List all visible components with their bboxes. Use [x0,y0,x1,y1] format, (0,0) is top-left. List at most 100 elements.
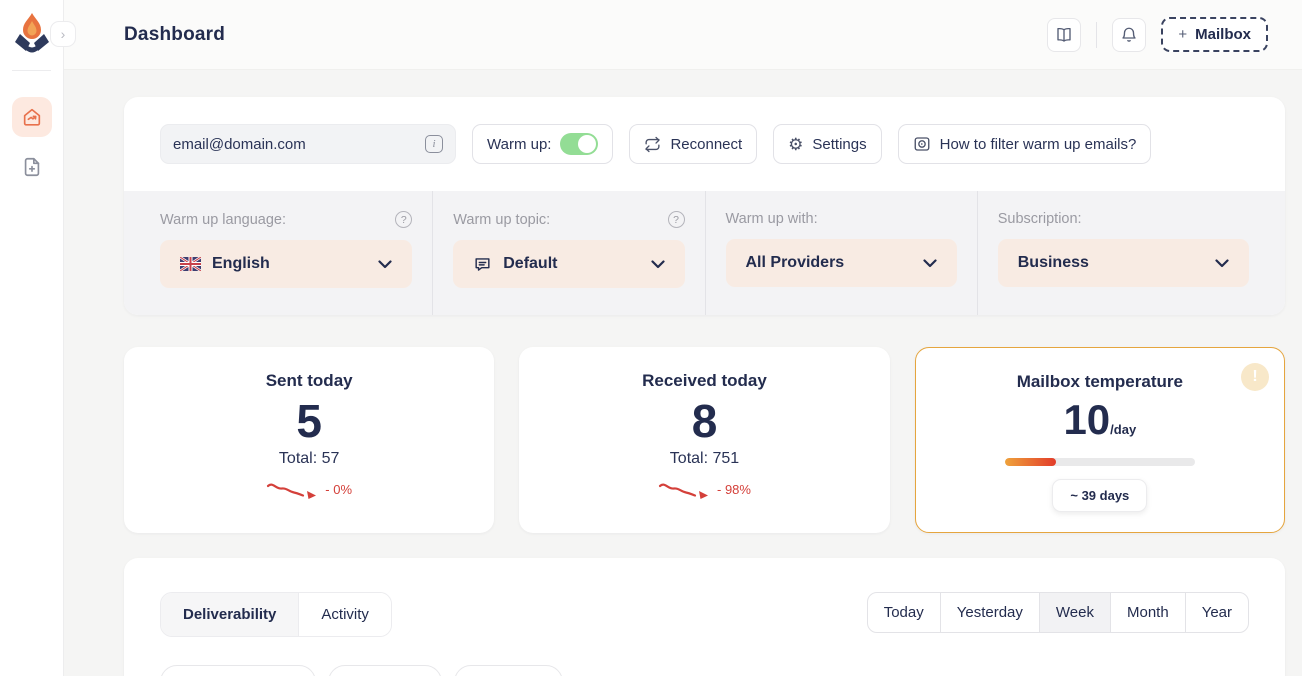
inbox-badge[interactable]: Inbox 45 [328,665,442,676]
subscription-label: Subscription: [998,211,1082,227]
sidebar-divider [12,70,51,71]
range-year[interactable]: Year [1186,593,1248,632]
received-today-total: Total: 751 [543,450,865,468]
help-icon[interactable]: ? [395,211,412,228]
header-separator [1096,22,1097,48]
setting-subscription: Subscription: Business [977,191,1249,315]
header: Dashboard + [64,0,1302,70]
subscription-value: Business [1018,254,1089,272]
video-icon [913,135,931,153]
reconnect-icon [644,136,661,153]
temperature-value: 10 [1063,396,1110,444]
sent-today-title: Sent today [148,371,470,391]
sidebar: › [0,0,64,676]
chevron-down-icon [923,259,937,268]
tab-deliverability[interactable]: Deliverability [161,593,299,636]
sidebar-item-add-mailbox[interactable] [12,147,52,187]
sidebar-item-dashboard[interactable] [12,97,52,137]
sidebar-collapse-button[interactable]: › [50,21,76,47]
plus-icon: + [1178,26,1187,43]
sent-today-trend-label: - 0% [325,482,352,497]
providers-dropdown[interactable]: All Providers [726,239,957,287]
setting-topic: Warm up topic: ? Default [432,191,704,315]
chevron-down-icon [1215,259,1229,268]
chevron-down-icon [378,260,392,269]
setting-language: Warm up language: ? [160,191,432,315]
range-today[interactable]: Today [868,593,941,632]
sent-today-value: 5 [148,395,470,448]
app-logo-flame-icon[interactable] [13,11,51,53]
docs-button[interactable] [1047,18,1081,52]
settings-button[interactable]: ⚙ Settings [773,124,881,164]
subscription-dropdown[interactable]: Business [998,239,1249,287]
how-to-filter-label: How to filter warm up emails? [940,136,1137,153]
sidebar-nav [0,97,63,187]
chevron-right-icon: › [61,27,66,41]
temperature-unit: /day [1110,422,1136,437]
email-field[interactable]: email@domain.com i [160,124,456,164]
range-yesterday[interactable]: Yesterday [941,593,1040,632]
temperature-value-row: 10 /day [940,396,1260,444]
reconnect-button[interactable]: Reconnect [629,124,757,164]
tab-activity[interactable]: Activity [299,593,391,636]
received-today-value: 8 [543,395,865,448]
date-range-selector: Today Yesterday Week Month Year [867,592,1249,633]
home-chart-icon [21,106,43,128]
language-dropdown[interactable]: English [160,240,412,288]
providers-value: All Providers [746,254,845,272]
language-value: English [212,255,270,273]
info-icon[interactable]: i [425,135,443,153]
topic-label: Warm up topic: [453,212,550,228]
mailbox-toolbar: email@domain.com i Warm up: Reconnect [124,97,1285,191]
range-month[interactable]: Month [1111,593,1186,632]
notifications-button[interactable] [1112,18,1146,52]
chevron-down-icon [651,260,665,269]
deliverability-panel: Deliverability Activity Today Yesterday … [124,558,1285,676]
days-remaining-badge: ~ 39 days [1052,479,1147,512]
received-today-trend-label: - 98% [717,482,751,497]
content: email@domain.com i Warm up: Reconnect [64,70,1302,676]
file-plus-icon [21,156,43,178]
temperature-progress-bar [1005,458,1195,466]
providers-label: Warm up with: [726,211,818,227]
gear-icon: ⚙ [788,136,803,153]
chat-icon [473,255,492,274]
language-label: Warm up language: [160,212,286,228]
stats-row: Sent today 5 Total: 57 - 0% Received tod… [124,347,1285,533]
temperature-progress-fill [1005,458,1056,466]
range-week[interactable]: Week [1040,593,1111,632]
add-mailbox-button[interactable]: + Mailbox [1161,17,1268,52]
received-today-title: Received today [543,371,865,391]
warmup-label: Warm up: [487,136,551,153]
panel-head: Deliverability Activity Today Yesterday … [160,592,1249,637]
main-area: Dashboard + [64,0,1302,676]
how-to-filter-button[interactable]: How to filter warm up emails? [898,124,1152,164]
bell-icon [1120,26,1138,44]
topic-dropdown[interactable]: Default [453,240,684,288]
header-actions: + Mailbox [1047,17,1268,52]
warmup-settings-row: Warm up language: ? [124,191,1285,315]
mailbox-temperature-card: ! Mailbox temperature 10 /day ~ 39 days [915,347,1285,533]
warmup-toggle[interactable] [560,133,598,155]
received-today-trend: - 98% [658,480,751,500]
uk-flag-icon [180,257,201,271]
downtrend-sparkline-icon [658,480,712,500]
reconnect-label: Reconnect [670,136,742,153]
spam-badge[interactable]: Spam 1 [454,665,563,676]
received-today-card: Received today 8 Total: 751 - 98% [519,347,889,533]
warmup-toggle-pill: Warm up: [472,124,613,164]
legend-badges: Deliverability 98% Inbox 45 Spam 1 [160,665,1249,676]
sent-today-card: Sent today 5 Total: 57 - 0% [124,347,494,533]
help-icon[interactable]: ? [668,211,685,228]
topic-value: Default [503,255,557,273]
email-value: email@domain.com [173,136,306,153]
warning-icon[interactable]: ! [1241,363,1269,391]
sent-today-total: Total: 57 [148,450,470,468]
mailbox-settings-card: email@domain.com i Warm up: Reconnect [124,97,1285,315]
book-icon [1055,26,1073,44]
toggle-knob [578,135,596,153]
downtrend-sparkline-icon [266,480,320,500]
deliverability-badge[interactable]: Deliverability 98% [160,665,316,676]
mailbox-temperature-title: Mailbox temperature [940,372,1260,392]
setting-providers: Warm up with: All Providers [705,191,977,315]
